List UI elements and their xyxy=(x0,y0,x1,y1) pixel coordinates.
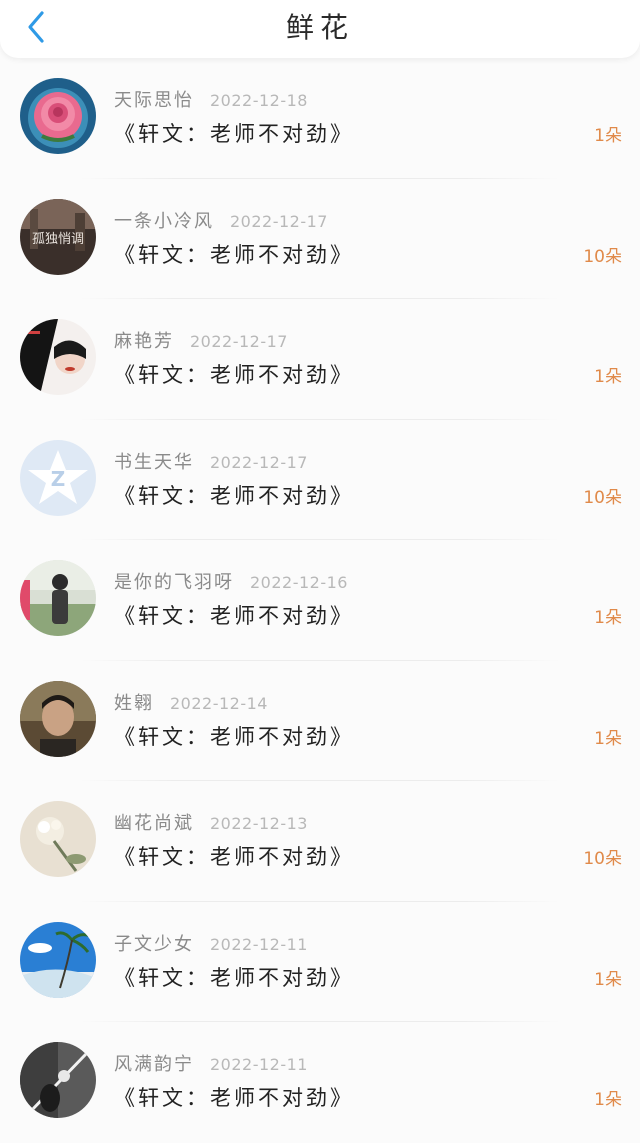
avatar-caption: 孤独悄调 xyxy=(32,232,84,247)
gift-date: 2022-12-17 xyxy=(230,211,328,231)
work-title[interactable]: 《轩文：老师不对劲》 xyxy=(114,118,354,148)
flower-count: 1朵 xyxy=(594,126,622,146)
user-name[interactable]: 书生天华 xyxy=(114,448,194,474)
item-meta: 书生天华 2022-12-17 xyxy=(114,448,308,476)
item-meta: 天际思怡 2022-12-18 xyxy=(114,86,308,114)
avatar[interactable] xyxy=(20,680,96,757)
item-meta: 一条小冷风 2022-12-17 xyxy=(114,207,328,235)
work-title[interactable]: 《轩文：老师不对劲》 xyxy=(114,359,354,389)
user-name[interactable]: 麻艳芳 xyxy=(114,327,174,353)
user-name[interactable]: 风满韵宁 xyxy=(114,1050,194,1076)
list-item[interactable]: 天际思怡 2022-12-18 《轩文：老师不对劲》 1朵 xyxy=(0,58,640,179)
work-title[interactable]: 《轩文：老师不对劲》 xyxy=(114,841,354,871)
flowers-page: 鲜花 天际思怡 2022-12-18 《轩文：老师不对劲》 1朵 孤独悄调 一条… xyxy=(0,0,640,1143)
item-meta: 子文少女 2022-12-11 xyxy=(114,930,308,958)
top-bar: 鲜花 xyxy=(0,0,640,58)
avatar[interactable] xyxy=(20,319,96,395)
list-item[interactable]: 姓翱 2022-12-14 《轩文：老师不对劲》 1朵 xyxy=(0,661,640,781)
flower-count: 1朵 xyxy=(594,367,622,387)
item-meta: 是你的飞羽呀 2022-12-16 xyxy=(114,568,348,596)
gift-date: 2022-12-16 xyxy=(250,573,348,592)
gift-date: 2022-12-18 xyxy=(210,91,308,110)
list-item[interactable]: 风满韵宁 2022-12-11 《轩文：老师不对劲》 1朵 xyxy=(0,1022,640,1143)
flower-count: 10朵 xyxy=(583,849,622,869)
avatar[interactable] xyxy=(20,801,96,877)
flower-count: 1朵 xyxy=(594,608,622,628)
dark-text-avatar-image: 孤独悄调 xyxy=(20,198,96,275)
person-photo-avatar-image xyxy=(20,560,96,636)
list-item[interactable]: 孤独悄调 一条小冷风 2022-12-17 《轩文：老师不对劲》 10朵 xyxy=(0,179,640,299)
list-item[interactable]: 幽花尚斌 2022-12-13 《轩文：老师不对劲》 10朵 xyxy=(0,781,640,902)
gift-date: 2022-12-11 xyxy=(210,1055,308,1074)
default-avatar-icon: Z xyxy=(20,439,96,516)
user-name[interactable]: 姓翱 xyxy=(114,689,154,715)
page-title: 鲜花 xyxy=(285,11,354,44)
flower-count: 1朵 xyxy=(594,1090,622,1110)
gift-date: 2022-12-13 xyxy=(210,814,308,833)
work-title[interactable]: 《轩文：老师不对劲》 xyxy=(114,600,354,630)
item-meta: 姓翱 2022-12-14 xyxy=(114,689,268,717)
avatar[interactable]: 孤独悄调 xyxy=(20,198,96,275)
rose-avatar-image xyxy=(20,78,96,154)
svg-text:Z: Z xyxy=(51,467,66,491)
flower-photo-avatar-image xyxy=(20,801,96,877)
avatar[interactable]: Z xyxy=(20,439,96,516)
work-title[interactable]: 《轩文：老师不对劲》 xyxy=(114,480,354,510)
gift-date: 2022-12-17 xyxy=(190,332,288,351)
item-meta: 幽花尚斌 2022-12-13 xyxy=(114,809,308,837)
flower-count: 1朵 xyxy=(594,728,622,749)
flower-gift-list: 天际思怡 2022-12-18 《轩文：老师不对劲》 1朵 孤独悄调 一条小冷风 xyxy=(0,58,640,1143)
user-name[interactable]: 是你的飞羽呀 xyxy=(114,568,234,594)
monochrome-photo-avatar-image xyxy=(20,1042,96,1118)
work-title[interactable]: 《轩文：老师不对劲》 xyxy=(114,239,354,269)
user-name[interactable]: 幽花尚斌 xyxy=(114,809,194,835)
flower-count: 1朵 xyxy=(594,969,622,990)
avatar[interactable] xyxy=(20,1042,96,1118)
gift-date: 2022-12-14 xyxy=(170,693,268,713)
flower-count: 10朵 xyxy=(583,246,622,267)
flower-count: 10朵 xyxy=(583,487,622,508)
list-item[interactable]: 是你的飞羽呀 2022-12-16 《轩文：老师不对劲》 1朵 xyxy=(0,540,640,661)
gift-date: 2022-12-17 xyxy=(210,452,308,472)
user-name[interactable]: 一条小冷风 xyxy=(114,207,214,233)
work-title[interactable]: 《轩文：老师不对劲》 xyxy=(114,1082,354,1112)
user-name[interactable]: 天际思怡 xyxy=(114,86,194,112)
list-item[interactable]: 子文少女 2022-12-11 《轩文：老师不对劲》 1朵 xyxy=(0,902,640,1022)
avatar[interactable] xyxy=(20,921,96,998)
list-item[interactable]: Z 书生天华 2022-12-17 《轩文：老师不对劲》 10朵 xyxy=(0,420,640,540)
item-meta: 麻艳芳 2022-12-17 xyxy=(114,327,288,355)
list-item[interactable]: 麻艳芳 2022-12-17 《轩文：老师不对劲》 1朵 xyxy=(0,299,640,420)
avatar[interactable] xyxy=(20,560,96,636)
portrait-avatar-image xyxy=(20,319,96,395)
face-photo-avatar-image xyxy=(20,680,96,757)
item-meta: 风满韵宁 2022-12-11 xyxy=(114,1050,308,1078)
user-name[interactable]: 子文少女 xyxy=(114,930,194,956)
work-title[interactable]: 《轩文：老师不对劲》 xyxy=(114,721,354,751)
gift-date: 2022-12-11 xyxy=(210,934,308,954)
avatar[interactable] xyxy=(20,78,96,154)
beach-photo-avatar-image xyxy=(20,921,96,998)
work-title[interactable]: 《轩文：老师不对劲》 xyxy=(114,962,354,992)
